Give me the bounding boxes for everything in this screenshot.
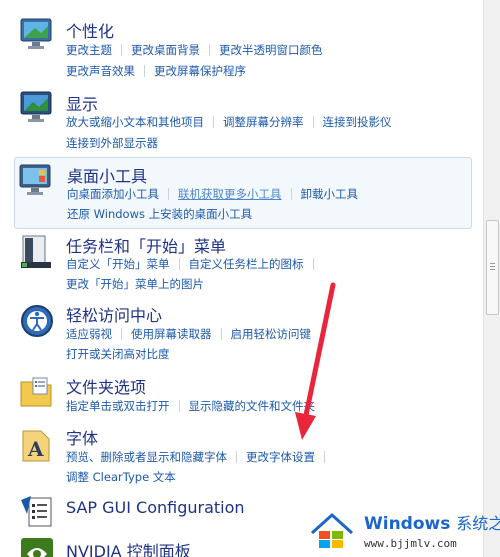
category-title[interactable]: SAP GUI Configuration	[66, 498, 245, 517]
restore-gadgets-link[interactable]: 还原 Windows 上安装的桌面小工具	[67, 206, 252, 222]
fonts-icon: A	[19, 428, 55, 464]
link-row: 适应弱视 使用屏幕读取器 启用轻松访问键	[66, 326, 311, 342]
watermark: Windows 系统之家 www.bjjmlv.com	[308, 503, 500, 557]
change-window-color-link[interactable]: 更改半透明窗口颜色	[219, 42, 323, 58]
gadgets-icon	[19, 163, 55, 199]
category-title[interactable]: 显示	[66, 91, 98, 115]
category-title[interactable]: 桌面小工具	[67, 163, 147, 187]
link-row: 预览、删除或者显示和隐藏字体 更改字体设置	[66, 449, 334, 465]
category-fonts: A 字体 预览、删除或者显示和隐藏字体 更改字体设置 调整 ClearType …	[14, 422, 472, 490]
ease-of-access-icon	[19, 303, 55, 339]
link-row: 向桌面添加小工具 联机获取更多小工具 卸载小工具	[67, 186, 358, 202]
category-display: 显示 放大或缩小文本和其他项目 调整屏幕分辨率 连接到投影仪 连接到外部显示器	[14, 85, 472, 155]
link-row: 更改声音效果 更改屏幕保护程序	[66, 63, 246, 79]
display-icon	[19, 89, 55, 125]
change-background-link[interactable]: 更改桌面背景	[131, 42, 200, 58]
watermark-brand: Windows	[364, 514, 451, 534]
connect-projector-link[interactable]: 连接到投影仪	[323, 114, 392, 130]
screen-resolution-link[interactable]: 调整屏幕分辨率	[223, 114, 304, 130]
taskbar-icon	[19, 234, 55, 270]
watermark-url: www.bjjmlv.com	[364, 537, 457, 550]
change-sounds-link[interactable]: 更改声音效果	[66, 63, 135, 79]
category-ease-of-access: 轻松访问中心 适应弱视 使用屏幕读取器 启用轻松访问键 打开或关闭高对比度	[14, 300, 472, 368]
folder-options-icon	[19, 374, 55, 410]
category-gadgets: 桌面小工具 向桌面添加小工具 联机获取更多小工具 卸载小工具 还原 Window…	[14, 157, 472, 229]
link-row: 自定义「开始」菜单 自定义任务栏上的图标	[66, 256, 323, 272]
change-start-picture-link[interactable]: 更改「开始」菜单上的图片	[66, 276, 204, 292]
low-vision-link[interactable]: 适应弱视	[66, 326, 112, 342]
sap-gui-icon	[19, 494, 55, 530]
single-double-click-link[interactable]: 指定单击或双击打开	[66, 398, 170, 414]
category-title[interactable]: NVIDIA 控制面板	[66, 538, 191, 557]
link-row: 更改「开始」菜单上的图片	[66, 276, 204, 292]
link-row: 更改主题 更改桌面背景 更改半透明窗口颜色	[66, 42, 323, 58]
customize-taskbar-icons-link[interactable]: 自定义任务栏上的图标	[189, 256, 304, 272]
svg-text:A: A	[27, 437, 44, 461]
control-panel-appearance: 个性化 更改主题 更改桌面背景 更改半透明窗口颜色 更改声音效果 更改屏幕保护程…	[0, 0, 483, 557]
get-more-gadgets-link[interactable]: 联机获取更多小工具	[178, 186, 282, 202]
text-size-link[interactable]: 放大或缩小文本和其他项目	[66, 114, 204, 130]
category-title[interactable]: 字体	[66, 425, 98, 449]
link-row: 指定单击或双击打开 显示隐藏的文件和文件夹	[66, 398, 315, 414]
scrollbar-thumb[interactable]	[486, 220, 499, 315]
link-row: 打开或关闭高对比度	[66, 346, 170, 362]
link-row: 还原 Windows 上安装的桌面小工具	[67, 206, 252, 222]
windows-logo-icon	[310, 512, 354, 548]
show-hidden-files-link[interactable]: 显示隐藏的文件和文件夹	[189, 398, 316, 414]
high-contrast-link[interactable]: 打开或关闭高对比度	[66, 346, 170, 362]
personalization-icon	[19, 16, 55, 52]
accessibility-keys-link[interactable]: 启用轻松访问键	[231, 326, 312, 342]
category-personalization: 个性化 更改主题 更改桌面背景 更改半透明窗口颜色 更改声音效果 更改屏幕保护程…	[14, 12, 472, 82]
category-folder-options: 文件夹选项 指定单击或双击打开 显示隐藏的文件和文件夹	[14, 370, 472, 420]
customize-start-menu-link[interactable]: 自定义「开始」菜单	[66, 256, 170, 272]
watermark-brand-cn: 系统之家	[456, 514, 500, 533]
link-row: 连接到外部显示器	[66, 135, 158, 151]
uninstall-gadget-link[interactable]: 卸载小工具	[301, 186, 359, 202]
link-row: 放大或缩小文本和其他项目 调整屏幕分辨率 连接到投影仪	[66, 114, 392, 130]
external-display-link[interactable]: 连接到外部显示器	[66, 135, 158, 151]
category-title[interactable]: 文件夹选项	[66, 374, 146, 398]
category-title[interactable]: 轻松访问中心	[66, 302, 162, 326]
preview-fonts-link[interactable]: 预览、删除或者显示和隐藏字体	[66, 449, 227, 465]
vertical-scrollbar[interactable]	[483, 0, 500, 557]
category-taskbar: 任务栏和「开始」菜单 自定义「开始」菜单 自定义任务栏上的图标 更改「开始」菜单…	[14, 230, 472, 298]
change-screensaver-link[interactable]: 更改屏幕保护程序	[154, 63, 246, 79]
change-theme-link[interactable]: 更改主题	[66, 42, 112, 58]
category-title[interactable]: 个性化	[66, 18, 114, 42]
link-row: 调整 ClearType 文本	[66, 469, 176, 485]
add-gadgets-link[interactable]: 向桌面添加小工具	[67, 186, 159, 202]
screen-reader-link[interactable]: 使用屏幕读取器	[131, 326, 212, 342]
nvidia-icon	[19, 536, 55, 557]
cleartype-link[interactable]: 调整 ClearType 文本	[66, 469, 176, 485]
category-title[interactable]: 任务栏和「开始」菜单	[66, 233, 226, 257]
font-settings-link[interactable]: 更改字体设置	[246, 449, 315, 465]
watermark-title: Windows 系统之家	[364, 510, 500, 534]
